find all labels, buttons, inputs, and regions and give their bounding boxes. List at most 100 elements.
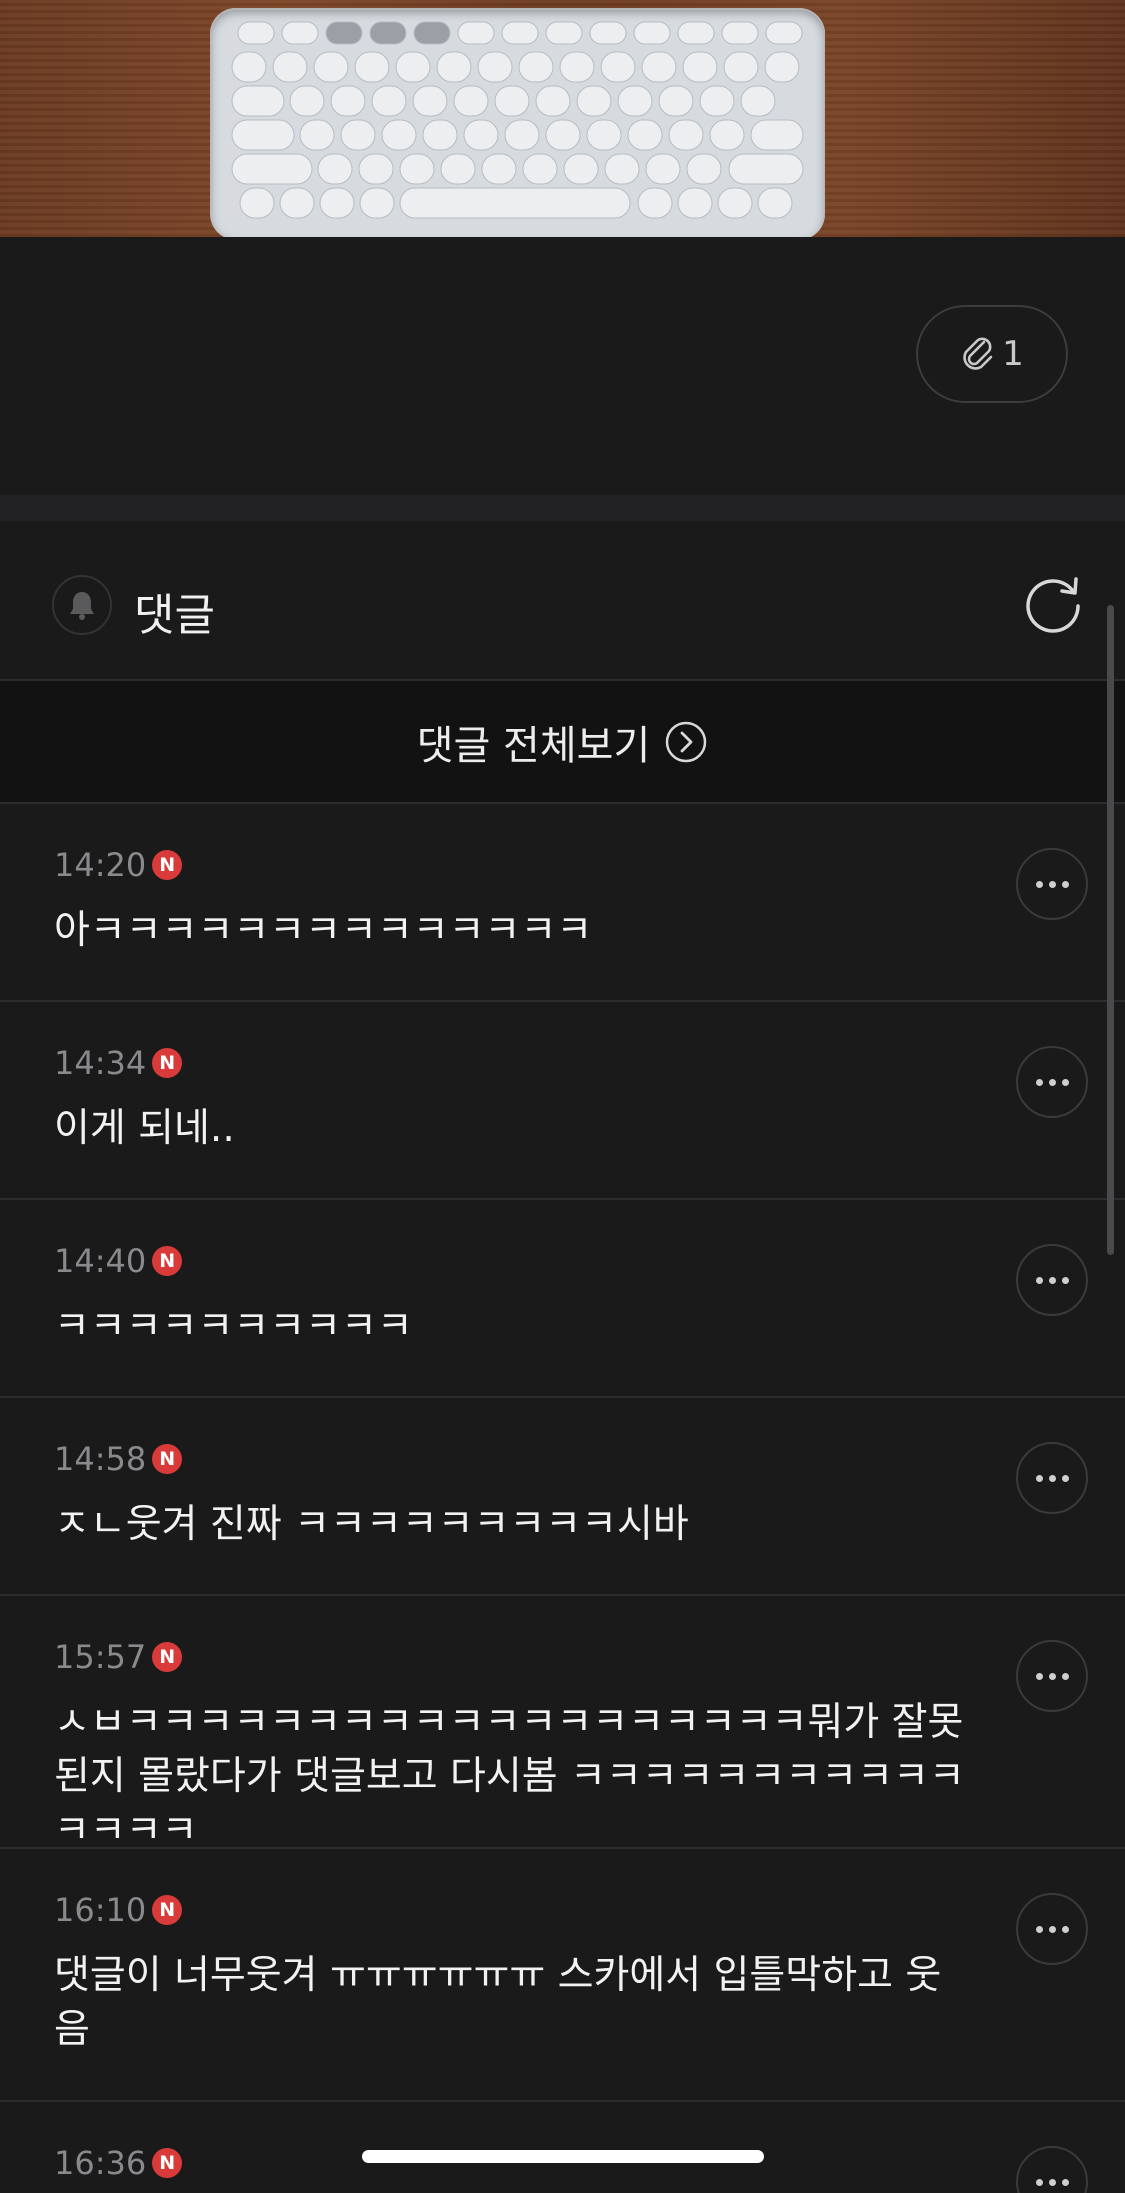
keyboard-key — [723, 51, 759, 83]
keyboard-key — [682, 51, 718, 83]
keyboard-key — [717, 187, 753, 219]
more-options-button[interactable] — [1016, 848, 1088, 920]
keyboard-key — [231, 153, 313, 185]
keyboard-key — [340, 119, 376, 151]
more-dot-icon — [1048, 880, 1056, 888]
comment-item[interactable]: 14:34 N 이게 되네.. — [0, 1002, 1125, 1200]
new-badge: N — [152, 1246, 183, 1276]
more-options-button[interactable] — [1016, 1244, 1088, 1316]
keyboard-key — [231, 51, 267, 83]
more-options-button[interactable] — [1016, 1893, 1088, 1965]
more-dot-icon — [1061, 1078, 1069, 1086]
keyboard-key — [668, 119, 704, 151]
comment-item[interactable]: 14:58 N ㅈㄴ웃겨 진짜 ㅋㅋㅋㅋㅋㅋㅋㅋㅋ시바 — [0, 1398, 1125, 1596]
comment-time: 16:36 — [54, 2144, 147, 2182]
home-indicator[interactable] — [362, 2150, 764, 2163]
scrollbar[interactable] — [1107, 605, 1114, 1255]
keyboard-key — [535, 85, 571, 117]
more-options-button[interactable] — [1016, 1046, 1088, 1118]
comments-header: 댓글 — [0, 521, 1125, 681]
comment-item[interactable]: 14:40 N ㅋㅋㅋㅋㅋㅋㅋㅋㅋㅋ — [0, 1200, 1125, 1398]
keyboard-key — [319, 187, 355, 219]
comment-time: 15:57 — [54, 1638, 147, 1676]
comment-item[interactable]: 15:57 N ㅅㅂㅋㅋㅋㅋㅋㅋㅋㅋㅋㅋㅋㅋㅋㅋㅋㅋㅋㅋㅋ뭐가 잘못된지 몰랐다가 … — [0, 1596, 1125, 1853]
comment-text: 아ㅋㅋㅋㅋㅋㅋㅋㅋㅋㅋㅋㅋㅋㅋ — [54, 908, 593, 953]
keyboard-key — [354, 51, 390, 83]
keyboard-key — [627, 119, 663, 151]
more-dot-icon — [1061, 880, 1069, 888]
more-dot-icon — [1048, 2178, 1056, 2186]
keyboard-key — [412, 85, 448, 117]
keyboard-key — [604, 153, 640, 185]
keyboard-key — [231, 119, 295, 151]
keyboard-key — [281, 21, 319, 45]
keyboard-key — [545, 21, 583, 45]
new-badge: N — [152, 850, 183, 880]
comment-item[interactable]: 16:10 N 댓글이 너무웃겨 ㅠㅠㅠㅠㅠㅠ 스카에서 입틀막하고 웃음 — [0, 1849, 1125, 2102]
view-all-comments-button[interactable]: 댓글 전체보기 — [0, 681, 1125, 804]
comment-time: 16:10 — [54, 1891, 147, 1929]
comment-text: 댓글이 너무웃겨 ㅠㅠㅠㅠㅠㅠ 스카에서 입틀막하고 웃음 — [54, 1953, 942, 2052]
keyboard-key — [677, 21, 715, 45]
view-all-label: 댓글 전체보기 — [416, 722, 651, 769]
keyboard-key — [359, 187, 395, 219]
keyboard-key — [453, 85, 489, 117]
keyboard-key — [369, 21, 407, 45]
comment-time: 14:58 — [54, 1440, 147, 1478]
comment-text: ㅈㄴ웃겨 진짜 ㅋㅋㅋㅋㅋㅋㅋㅋㅋ시바 — [54, 1502, 689, 1547]
comment-item[interactable]: 14:20 N 아ㅋㅋㅋㅋㅋㅋㅋㅋㅋㅋㅋㅋㅋㅋ — [0, 804, 1125, 1002]
keyboard-key — [463, 119, 499, 151]
keyboard-key — [576, 85, 612, 117]
keyboard-photo — [210, 8, 825, 237]
keyboard-key — [399, 187, 631, 219]
keyboard-key — [289, 85, 325, 117]
chevron-right-circle-icon — [666, 721, 707, 762]
keyboard-key — [645, 153, 681, 185]
comment-item[interactable]: 16:36 N — [0, 2102, 1125, 2193]
keyboard-key — [436, 51, 472, 83]
new-badge: N — [152, 1048, 183, 1078]
keyboard-key — [395, 51, 431, 83]
attachment-count: 1 — [1002, 334, 1024, 374]
more-dot-icon — [1035, 880, 1043, 888]
keyboard-key — [658, 85, 694, 117]
keyboard-key — [313, 51, 349, 83]
comment-meta: 15:57 N — [54, 1638, 183, 1676]
more-dot-icon — [1048, 1078, 1056, 1086]
new-badge: N — [152, 1444, 183, 1474]
more-dot-icon — [1048, 1474, 1056, 1482]
comment-time: 14:20 — [54, 846, 147, 884]
comment-time: 14:34 — [54, 1044, 147, 1082]
keyboard-key — [728, 153, 804, 185]
keyboard-key — [677, 187, 713, 219]
more-options-button[interactable] — [1016, 2146, 1088, 2193]
comments-title: 댓글 — [134, 590, 215, 641]
keyboard-key — [764, 51, 800, 83]
keyboard-key — [545, 119, 581, 151]
keyboard-key — [637, 187, 673, 219]
more-dot-icon — [1048, 1672, 1056, 1680]
keyboard-key — [325, 21, 363, 45]
keyboard-key — [279, 187, 315, 219]
comment-meta: 14:58 N — [54, 1440, 183, 1478]
keyboard-key — [740, 85, 776, 117]
comment-text: ㅅㅂㅋㅋㅋㅋㅋㅋㅋㅋㅋㅋㅋㅋㅋㅋㅋㅋㅋㅋㅋ뭐가 잘못된지 몰랐다가 댓글보고 다… — [54, 1700, 965, 1853]
keyboard-key — [721, 21, 759, 45]
post-image-keyboard[interactable] — [0, 0, 1125, 237]
keyboard-key — [757, 187, 793, 219]
comment-text: ㅋㅋㅋㅋㅋㅋㅋㅋㅋㅋ — [54, 1304, 413, 1349]
keyboard-key — [589, 21, 627, 45]
keyboard-key — [330, 85, 366, 117]
more-options-button[interactable] — [1016, 1442, 1088, 1514]
more-options-button[interactable] — [1016, 1640, 1088, 1712]
keyboard-key — [231, 85, 285, 117]
attachment-button[interactable]: 1 — [916, 305, 1068, 403]
notification-toggle[interactable] — [52, 575, 112, 635]
new-badge: N — [152, 1895, 183, 1925]
more-dot-icon — [1035, 2178, 1043, 2186]
keyboard-key — [399, 153, 435, 185]
keyboard-key — [237, 21, 275, 45]
more-dot-icon — [1035, 1078, 1043, 1086]
refresh-icon[interactable] — [1024, 573, 1086, 635]
more-dot-icon — [1035, 1474, 1043, 1482]
